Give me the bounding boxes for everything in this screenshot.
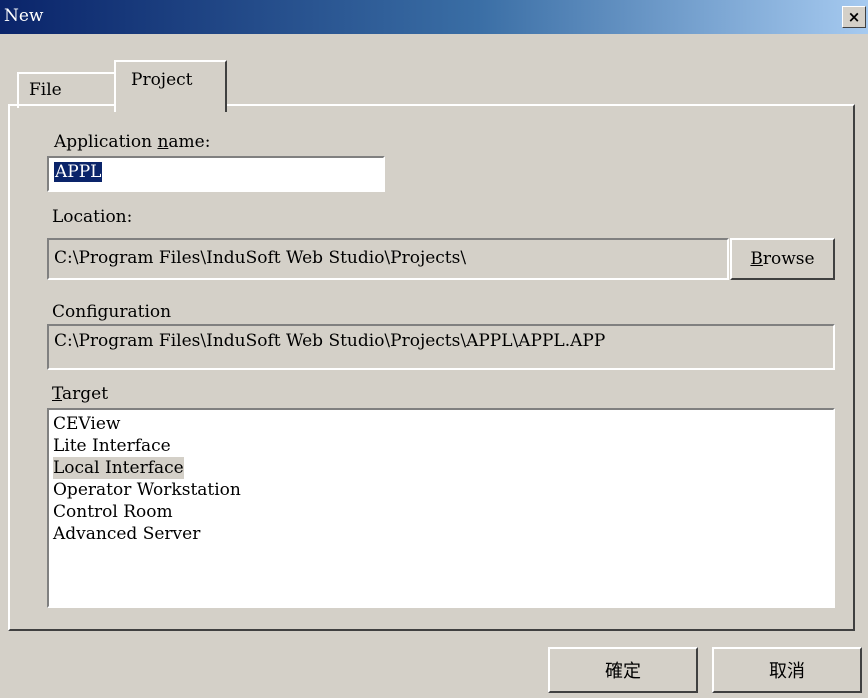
close-glyph: ×: [847, 8, 861, 26]
list-item[interactable]: CEView: [53, 413, 120, 435]
tab-file[interactable]: File: [17, 72, 117, 108]
app-name-value: APPL: [54, 162, 103, 182]
window-title: New: [4, 6, 44, 26]
ok-button-label: 確定: [605, 661, 641, 682]
location-label: Location:: [52, 207, 133, 227]
list-item[interactable]: Control Room: [53, 501, 173, 523]
target-listbox[interactable]: CEView Lite Interface Local Interface Op…: [47, 408, 835, 608]
list-item[interactable]: Operator Workstation: [53, 479, 241, 501]
tab-file-label: File: [29, 80, 62, 100]
list-item[interactable]: Lite Interface: [53, 435, 171, 457]
configuration-label: Configuration: [52, 302, 172, 322]
tab-project[interactable]: Project: [114, 60, 227, 112]
target-label: Target: [52, 384, 109, 404]
location-field: C:\Program Files\InduSoft Web Studio\Pro…: [47, 238, 729, 280]
app-name-label: Application name:: [54, 132, 211, 152]
app-name-input[interactable]: APPL: [47, 156, 385, 192]
location-value: C:\Program Files\InduSoft Web Studio\Pro…: [54, 248, 467, 268]
cancel-button[interactable]: 取消: [712, 647, 862, 693]
title-bar[interactable]: New ×: [0, 0, 868, 34]
list-item[interactable]: Advanced Server: [53, 523, 200, 545]
browse-button-label: Browse: [750, 249, 815, 269]
close-icon[interactable]: ×: [842, 6, 866, 28]
tab-project-label: Project: [131, 70, 193, 90]
configuration-field: C:\Program Files\InduSoft Web Studio\Pro…: [47, 324, 835, 370]
list-item-selected[interactable]: Local Interface: [53, 457, 184, 479]
ok-button[interactable]: 確定: [548, 647, 698, 693]
browse-button[interactable]: Browse: [730, 238, 835, 280]
cancel-button-label: 取消: [769, 661, 805, 682]
configuration-value: C:\Program Files\InduSoft Web Studio\Pro…: [54, 331, 606, 351]
